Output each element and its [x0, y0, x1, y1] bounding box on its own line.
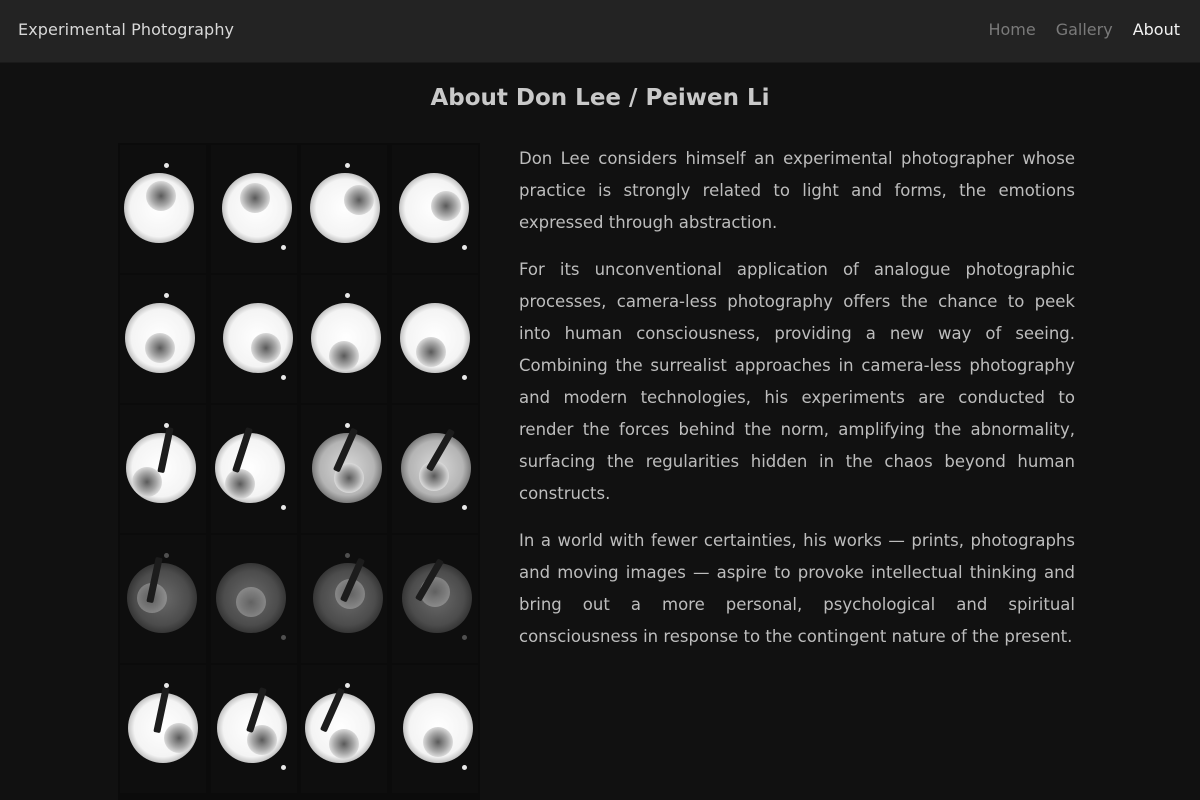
exposure-spot — [239, 183, 270, 213]
light-pin — [345, 293, 350, 298]
exposure-disc — [313, 557, 383, 633]
exposure-disc — [128, 686, 198, 763]
contact-sheet-frame — [210, 665, 297, 793]
exposure-spot — [235, 587, 266, 617]
light-pin — [280, 245, 286, 250]
exposure-disc — [215, 563, 286, 633]
object-silhouette — [319, 687, 346, 733]
exposure-spot — [145, 333, 175, 363]
exposure-spot — [430, 191, 461, 221]
exposure-spot — [164, 723, 194, 753]
light-pin — [164, 163, 169, 168]
light-pin — [164, 423, 169, 428]
exposure-disc — [125, 303, 195, 373]
light-pin — [164, 293, 169, 298]
contact-sheet-frame — [120, 405, 206, 533]
exposure-disc — [310, 173, 380, 243]
exposure-disc — [398, 173, 469, 243]
exposure-disc — [126, 426, 196, 503]
about-paragraph: In a world with fewer certainties, his w… — [519, 531, 1075, 646]
contact-sheet-frame — [210, 535, 297, 663]
exposure-disc — [124, 173, 194, 243]
main-nav: Home Gallery About — [988, 20, 1180, 39]
exposure-spot — [344, 185, 374, 215]
exposure-disc — [127, 556, 197, 633]
contact-sheet-frame — [210, 145, 297, 273]
contact-sheet-frame — [391, 145, 478, 273]
contact-sheet-frame — [301, 535, 387, 663]
nav-link-home[interactable]: Home — [988, 20, 1035, 39]
object-silhouette — [153, 686, 170, 734]
exposure-spot — [146, 181, 176, 211]
exposure-spot — [224, 469, 255, 499]
exposure-disc — [401, 558, 472, 633]
light-pin — [461, 375, 467, 380]
about-paragraph: For its unconventional application of an… — [519, 260, 1075, 503]
exposure-spot — [329, 729, 359, 759]
exposure-disc — [222, 303, 293, 373]
contact-sheet-frame — [301, 145, 387, 273]
exposure-spot — [415, 337, 446, 367]
exposure-disc — [402, 693, 473, 763]
contact-sheet-frame — [120, 665, 206, 793]
contact-sheet-frame — [210, 405, 297, 533]
exposure-spot — [250, 333, 281, 363]
about-text: Don Lee considers himself an experimenta… — [519, 143, 1075, 668]
nav-link-gallery[interactable]: Gallery — [1056, 20, 1113, 39]
contact-sheet-image — [118, 143, 480, 800]
exposure-disc — [311, 303, 381, 373]
about-paragraph: Don Lee considers himself an experimenta… — [519, 149, 1075, 232]
exposure-disc — [221, 173, 292, 243]
light-pin — [461, 765, 467, 770]
exposure-disc — [312, 427, 382, 503]
light-pin — [280, 765, 286, 770]
exposure-disc — [400, 428, 471, 503]
site-brand-link[interactable]: Experimental Photography — [18, 20, 234, 39]
exposure-disc — [399, 303, 470, 373]
light-pin — [461, 635, 467, 640]
exposure-spot — [422, 727, 453, 757]
light-pin — [280, 375, 286, 380]
contact-sheet-frame — [120, 535, 206, 663]
exposure-spot — [329, 341, 359, 371]
contact-sheet-frame — [301, 405, 387, 533]
exposure-disc — [214, 427, 285, 503]
light-pin — [280, 635, 286, 640]
light-pin — [461, 245, 467, 250]
contact-sheet-frame — [120, 145, 206, 273]
light-pin — [461, 505, 467, 510]
contact-sheet-frame — [391, 405, 478, 533]
top-navbar: Experimental Photography Home Gallery Ab… — [0, 0, 1200, 63]
light-pin — [345, 553, 350, 558]
contact-sheet-frame — [301, 665, 387, 793]
contact-sheet-frame — [391, 275, 478, 403]
contact-sheet-frame — [120, 275, 206, 403]
nav-link-about[interactable]: About — [1133, 20, 1180, 39]
light-pin — [345, 423, 350, 428]
exposure-disc — [216, 687, 287, 763]
contact-sheet-frame — [391, 535, 478, 663]
light-pin — [345, 163, 350, 168]
contact-sheet-frame — [210, 275, 297, 403]
object-silhouette — [231, 427, 253, 473]
light-pin — [345, 683, 350, 688]
object-silhouette — [157, 426, 174, 474]
light-pin — [280, 505, 286, 510]
contact-sheet-frame — [391, 665, 478, 793]
light-pin — [164, 553, 169, 558]
exposure-disc — [305, 687, 375, 763]
light-pin — [164, 683, 169, 688]
contact-sheet-frame — [301, 275, 387, 403]
page-title: About Don Lee / Peiwen Li — [430, 85, 770, 111]
